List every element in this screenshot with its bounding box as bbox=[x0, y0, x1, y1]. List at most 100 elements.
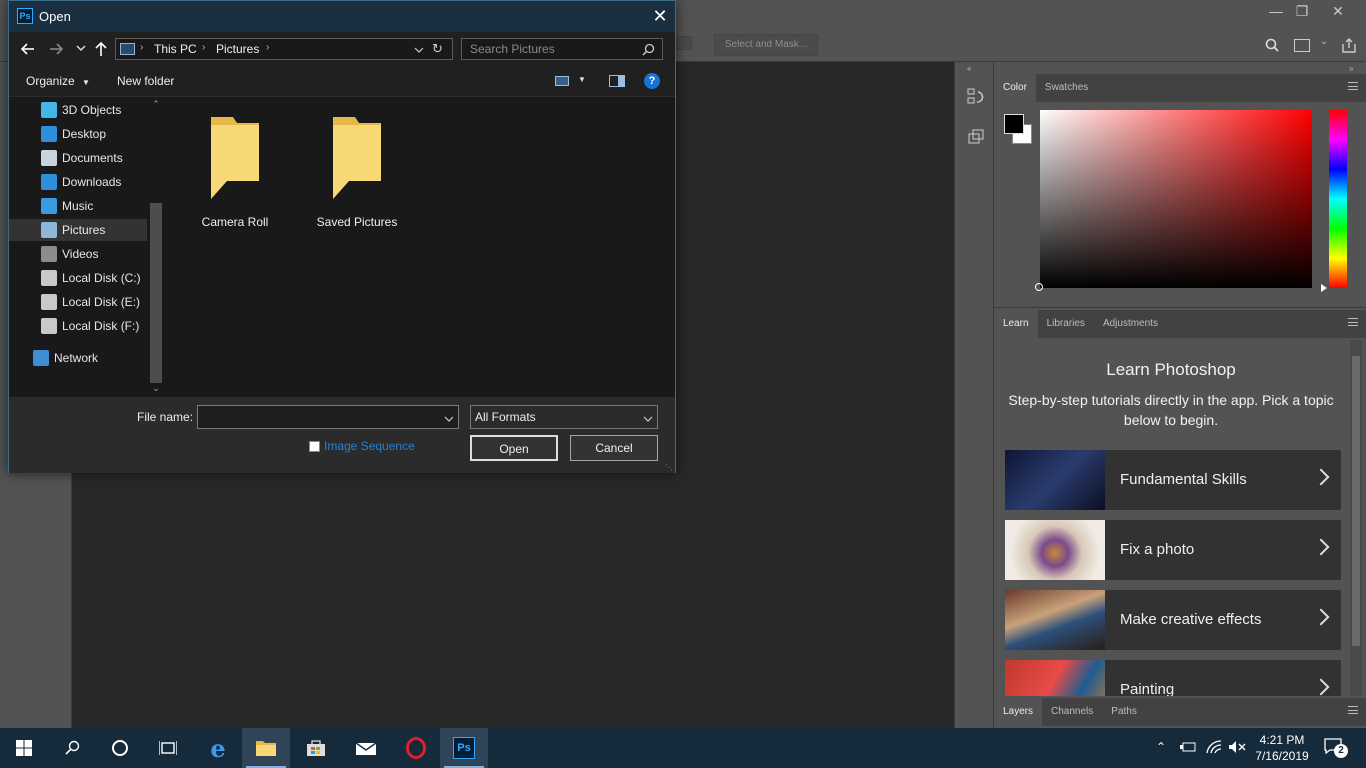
scroll-down-icon[interactable]: ⌄ bbox=[149, 383, 163, 393]
share-icon[interactable] bbox=[1341, 38, 1357, 53]
change-view-icon[interactable] bbox=[555, 76, 569, 86]
edge-button[interactable]: e bbox=[194, 728, 242, 768]
nav-item-network[interactable]: Network bbox=[9, 347, 147, 369]
select-and-mask-button[interactable]: Select and Mask... bbox=[714, 34, 818, 56]
recent-locations-icon[interactable] bbox=[75, 42, 87, 54]
chevron-down-icon[interactable]: ⌄ bbox=[1320, 36, 1328, 47]
scrollbar-thumb[interactable] bbox=[1352, 356, 1360, 646]
nav-item-local-disk-e[interactable]: Local Disk (E:) bbox=[9, 291, 147, 313]
organize-button[interactable]: Organize ▼ bbox=[26, 74, 90, 88]
learn-card-painting[interactable]: Painting bbox=[1005, 660, 1341, 696]
image-sequence-label[interactable]: Image Sequence bbox=[324, 439, 415, 453]
back-icon[interactable] bbox=[19, 40, 37, 58]
hue-slider-handle[interactable] bbox=[1321, 284, 1327, 292]
scrollbar-thumb[interactable] bbox=[150, 203, 162, 383]
resize-grip-icon[interactable]: ⋱ bbox=[665, 463, 673, 472]
mail-button[interactable] bbox=[342, 728, 390, 768]
folder-camera-roll[interactable]: Camera Roll bbox=[185, 115, 285, 229]
taskbar: e Ps ⌃ 4:21 PM 7/16/2019 2 bbox=[0, 728, 1366, 768]
color-field[interactable] bbox=[1040, 110, 1312, 288]
store-button[interactable] bbox=[292, 728, 340, 768]
preview-pane-icon[interactable] bbox=[609, 75, 625, 87]
open-button[interactable]: Open bbox=[470, 435, 558, 461]
search-box[interactable]: Search Pictures bbox=[461, 38, 663, 60]
nav-item-3d-objects[interactable]: 3D Objects bbox=[9, 99, 147, 121]
chevron-down-icon[interactable] bbox=[444, 413, 454, 423]
panel-menu-icon[interactable] bbox=[1348, 706, 1358, 714]
tab-libraries[interactable]: Libraries bbox=[1038, 310, 1094, 338]
chevron-down-icon[interactable]: ▼ bbox=[578, 75, 586, 84]
learn-card-label: Painting bbox=[1120, 681, 1175, 696]
nav-item-local-disk-c[interactable]: Local Disk (C:) bbox=[9, 267, 147, 289]
tab-paths[interactable]: Paths bbox=[1102, 698, 1146, 726]
search-input[interactable]: Search Pictures bbox=[470, 42, 555, 56]
battery-icon[interactable] bbox=[1180, 741, 1196, 753]
close-window-button[interactable]: ✕ bbox=[1320, 0, 1356, 22]
learn-card-make-creative-effects[interactable]: Make creative effects bbox=[1005, 590, 1341, 650]
panel-menu-icon[interactable] bbox=[1348, 82, 1358, 90]
new-folder-button[interactable]: New folder bbox=[117, 74, 174, 88]
nav-item-local-disk-f[interactable]: Local Disk (F:) bbox=[9, 315, 147, 337]
options-field[interactable] bbox=[676, 36, 692, 50]
nav-item-downloads[interactable]: Downloads bbox=[9, 171, 147, 193]
navigation-scrollbar[interactable]: ⌃ ⌄ bbox=[147, 97, 165, 397]
file-name-field[interactable] bbox=[197, 405, 459, 429]
foreground-color-swatch[interactable] bbox=[1004, 114, 1024, 134]
nav-item-documents[interactable]: Documents bbox=[9, 147, 147, 169]
help-icon[interactable]: ? bbox=[644, 73, 660, 89]
search-icon[interactable] bbox=[642, 43, 655, 56]
file-type-select[interactable]: All Formats bbox=[470, 405, 658, 429]
notification-badge: 2 bbox=[1334, 744, 1348, 758]
scroll-up-icon[interactable]: ⌃ bbox=[149, 99, 163, 109]
tab-adjustments[interactable]: Adjustments bbox=[1094, 310, 1167, 338]
learn-scrollbar[interactable] bbox=[1350, 340, 1362, 696]
hue-slider[interactable] bbox=[1329, 110, 1347, 288]
restore-button[interactable]: ❐ bbox=[1284, 0, 1320, 22]
show-hidden-icons-icon[interactable]: ⌃ bbox=[1156, 740, 1166, 754]
address-bar[interactable]: › This PC › Pictures › ↻ bbox=[115, 38, 453, 60]
start-button[interactable] bbox=[0, 728, 48, 768]
color-picker-cursor[interactable] bbox=[1035, 283, 1043, 291]
3d-icon[interactable] bbox=[967, 128, 985, 146]
opera-button[interactable] bbox=[392, 728, 440, 768]
action-center-button[interactable]: 2 bbox=[1324, 738, 1348, 758]
folder-saved-pictures[interactable]: Saved Pictures bbox=[307, 115, 407, 229]
tab-color[interactable]: Color bbox=[994, 74, 1036, 102]
nav-item-desktop[interactable]: Desktop bbox=[9, 123, 147, 145]
up-icon[interactable] bbox=[93, 40, 109, 58]
forward-icon[interactable] bbox=[47, 40, 65, 58]
panel-menu-icon[interactable] bbox=[1348, 318, 1358, 326]
collapse-arrows-icon[interactable]: » bbox=[1349, 64, 1353, 73]
task-view-button[interactable] bbox=[144, 728, 192, 768]
nav-item-videos[interactable]: Videos bbox=[9, 243, 147, 265]
cancel-button[interactable]: Cancel bbox=[570, 435, 658, 461]
workspace-icon[interactable] bbox=[1294, 39, 1310, 52]
windows-icon bbox=[16, 740, 32, 756]
breadcrumb-this-pc[interactable]: This PC bbox=[154, 42, 197, 56]
refresh-icon[interactable]: ↻ bbox=[432, 41, 443, 57]
dialog-close-button[interactable]: ✕ bbox=[645, 1, 675, 32]
image-sequence-checkbox[interactable] bbox=[309, 441, 320, 452]
learn-card-fundamental-skills[interactable]: Fundamental Skills bbox=[1005, 450, 1341, 510]
search-icon[interactable] bbox=[1265, 38, 1279, 52]
nav-item-music[interactable]: Music bbox=[9, 195, 147, 217]
breadcrumb-pictures[interactable]: Pictures bbox=[216, 42, 259, 56]
tab-layers[interactable]: Layers bbox=[994, 698, 1043, 726]
opera-icon bbox=[406, 737, 426, 759]
collapse-arrows-icon[interactable]: « bbox=[967, 64, 971, 73]
file-explorer-button[interactable] bbox=[242, 728, 290, 768]
tab-channels[interactable]: Channels bbox=[1042, 698, 1102, 726]
cortana-button[interactable] bbox=[96, 728, 144, 768]
history-icon[interactable] bbox=[967, 88, 985, 106]
tab-learn[interactable]: Learn bbox=[994, 310, 1038, 338]
nav-item-label: Downloads bbox=[62, 175, 122, 189]
learn-card-fix-a-photo[interactable]: Fix a photo bbox=[1005, 520, 1341, 580]
photoshop-taskbar-button[interactable]: Ps bbox=[440, 728, 488, 768]
wifi-icon[interactable] bbox=[1206, 740, 1222, 754]
tab-swatches[interactable]: Swatches bbox=[1036, 74, 1097, 102]
volume-muted-icon[interactable] bbox=[1228, 740, 1246, 754]
nav-item-pictures[interactable]: Pictures bbox=[9, 219, 147, 241]
address-dropdown-icon[interactable] bbox=[414, 44, 424, 54]
clock[interactable]: 4:21 PM 7/16/2019 bbox=[1252, 732, 1312, 764]
search-button[interactable] bbox=[48, 728, 96, 768]
